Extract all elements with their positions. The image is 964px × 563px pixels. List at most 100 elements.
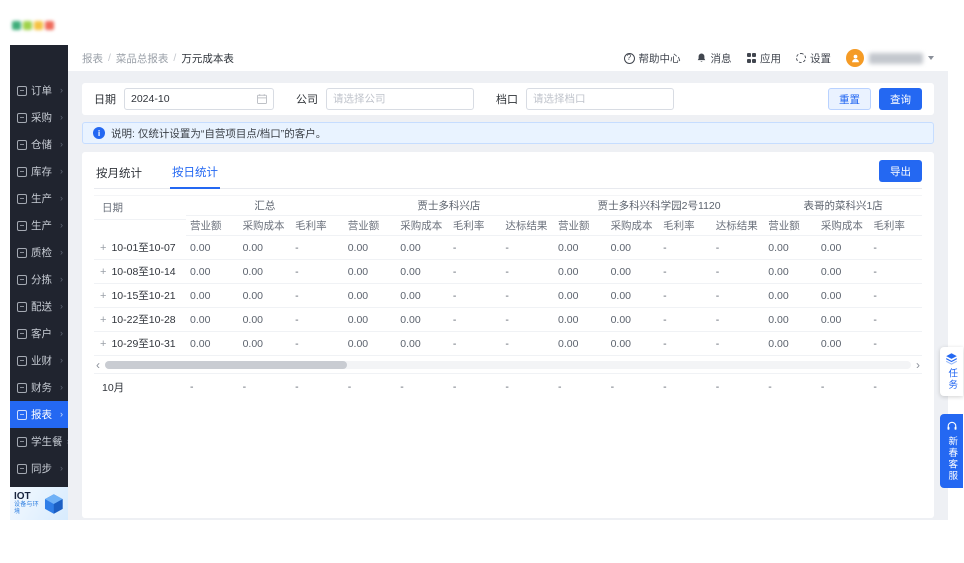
table-row-date[interactable]: +10-29至10-31 [94, 332, 186, 356]
settings-button[interactable]: 设置 [796, 51, 831, 66]
summary-cell: - [505, 381, 509, 393]
sidebar-item-purchase[interactable]: 采购 › [10, 104, 68, 131]
messages-label: 消息 [710, 52, 732, 65]
date-input[interactable] [131, 93, 253, 105]
task-widget[interactable]: 任务 [940, 347, 963, 396]
table-cell: - [659, 308, 712, 332]
sidebar-item-finance[interactable]: 财务 › [10, 374, 68, 401]
table-row-date[interactable]: +10-08至10-14 [94, 260, 186, 284]
scroll-right-icon[interactable]: › [914, 359, 922, 371]
sidebar-item-label: 同步 [31, 463, 52, 475]
table-row-date[interactable]: +10-01至10-07 [94, 236, 186, 260]
expand-icon[interactable]: + [100, 242, 106, 254]
table-cell: 0.00 [238, 332, 292, 356]
sidebar-item-customers[interactable]: 客户 › [10, 320, 68, 347]
company-select[interactable] [333, 93, 467, 105]
breadcrumb-item[interactable]: 报表 [82, 51, 103, 66]
table-cell: 0.00 [238, 284, 292, 308]
sidebar-item-production-2[interactable]: 生产 › [10, 212, 68, 239]
orders-icon [17, 85, 27, 96]
expand-icon[interactable]: + [100, 266, 106, 278]
summary-cell: - [873, 381, 877, 393]
breadcrumb-separator: / [173, 52, 177, 64]
sidebar-item-student-meal[interactable]: 学生餐› [10, 428, 70, 455]
sidebar-item-label: 采购 [31, 112, 52, 124]
tab-daily[interactable]: 按日统计 [170, 164, 220, 189]
chevron-right-icon: › [60, 328, 63, 338]
row-date-label: 10-08至10-14 [111, 266, 176, 278]
main-content: 日期 公司 档口 重置 查询 i 说明: 仅统计设置为“自营项目点/档口”的客户… [68, 71, 948, 520]
sidebar-item-inventory[interactable]: 库存 › [10, 158, 68, 185]
stall-filter-label: 档口 [496, 94, 518, 106]
user-menu[interactable] [846, 49, 934, 67]
sidebar-item-biz-finance[interactable]: 业财 › [10, 347, 68, 374]
table-cell: - [869, 308, 922, 332]
breadcrumb-item[interactable]: 菜品总报表 [116, 51, 169, 66]
reset-button[interactable]: 重置 [828, 88, 871, 110]
group-header: 贾士多科兴科学园2号1120 [554, 196, 765, 216]
table-cell: 0.00 [764, 308, 817, 332]
column-header: 毛利率 [869, 216, 922, 236]
sidebar-item-label: 配送 [31, 301, 52, 313]
customer-service-widget[interactable]: 新春客服 [940, 414, 963, 488]
sidebar-item-sorting[interactable]: 分拣 › [10, 266, 68, 293]
horizontal-scrollbar: ‹ › [94, 359, 922, 371]
sidebar: 订单 › 采购 › 仓储 › 库存 › 生产 › 生产 › 质检 › 分拣 › 配送 › 客户 › 业财 › 财务 › 报表 › 学… [10, 45, 70, 520]
reports-icon [17, 409, 27, 420]
warehouse-icon [17, 139, 27, 150]
scroll-left-icon[interactable]: ‹ [94, 359, 102, 371]
table-cell: - [501, 260, 554, 284]
sidebar-item-warehouse[interactable]: 仓储 › [10, 131, 68, 158]
sidebar-item-reports[interactable]: 报表 › [10, 401, 68, 428]
production-1-icon [17, 193, 27, 204]
quality-icon [17, 247, 27, 258]
apps-button[interactable]: 应用 [746, 51, 781, 66]
report-card: 按月统计 按日统计 导出 日期 汇总 贾士多科兴店 贾士多科兴科学园2号1120 表哥的… [82, 152, 934, 518]
iot-panel[interactable]: IOT 设备与环境 [10, 487, 68, 520]
sidebar-item-label: 库存 [31, 166, 52, 178]
sidebar-item-sync[interactable]: 同步 › [10, 455, 68, 482]
table-cell: 0.00 [816, 260, 870, 284]
production-2-icon [17, 220, 27, 231]
inventory-icon [17, 166, 27, 177]
stall-select[interactable] [533, 93, 667, 105]
column-header: 营业额 [764, 216, 817, 236]
scrollbar-thumb[interactable] [105, 361, 347, 369]
table-row-date[interactable]: +10-15至10-21 [94, 284, 186, 308]
sidebar-item-label: 学生餐 [31, 436, 63, 448]
table-cell: 0.00 [396, 260, 449, 284]
export-button[interactable]: 导出 [879, 160, 922, 182]
table-cell: 0.00 [186, 260, 239, 284]
sidebar-item-orders[interactable]: 订单 › [10, 77, 68, 104]
messages-button[interactable]: 消息 [696, 51, 732, 66]
table-cell: - [291, 236, 344, 260]
table-cell: - [659, 284, 712, 308]
table-cell: - [659, 260, 712, 284]
expand-icon[interactable]: + [100, 314, 106, 326]
column-header: 采购成本 [606, 216, 660, 236]
sidebar-item-label: 客户 [31, 328, 52, 340]
sidebar-item-production-1[interactable]: 生产 › [10, 185, 68, 212]
headset-icon [947, 421, 956, 430]
help-center-button[interactable]: ? 帮助中心 [623, 51, 681, 66]
table-cell: 0.00 [186, 308, 239, 332]
sidebar-item-quality[interactable]: 质检 › [10, 239, 68, 266]
summary-cell: - [242, 381, 247, 393]
expand-icon[interactable]: + [100, 338, 106, 350]
table-cell: - [501, 308, 554, 332]
iot-cube-icon [45, 493, 64, 514]
summary-cell: - [663, 381, 667, 393]
scrollbar-track[interactable] [105, 361, 911, 369]
query-button[interactable]: 查询 [879, 88, 922, 110]
tab-monthly[interactable]: 按月统计 [94, 165, 144, 188]
sidebar-item-delivery[interactable]: 配送 › [10, 293, 68, 320]
purchase-icon [17, 112, 27, 123]
expand-icon[interactable]: + [100, 290, 106, 302]
table-row-date[interactable]: +10-22至10-28 [94, 308, 186, 332]
sidebar-item-label: 仓储 [31, 139, 52, 151]
report-table: 日期 汇总 贾士多科兴店 贾士多科兴科学园2号1120 表哥的菜科兴1店 营业额 采购成本毛… [94, 195, 922, 356]
table-cell: - [448, 332, 502, 356]
column-header: 达标结果 [501, 216, 554, 236]
sidebar-item-label: 生产 [31, 193, 52, 205]
summary-cell: - [295, 381, 299, 393]
